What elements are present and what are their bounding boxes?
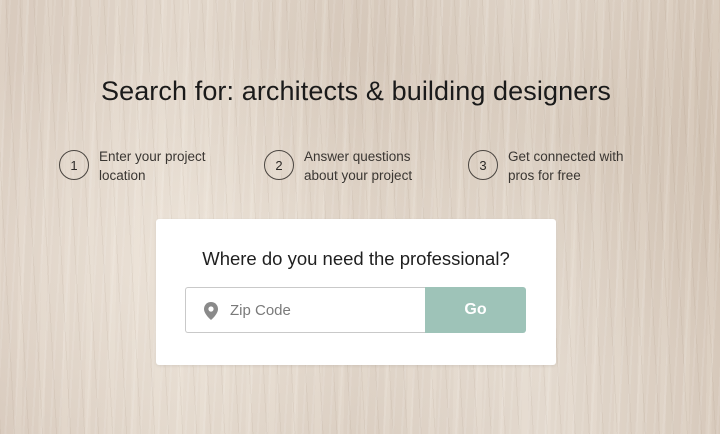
step-1: 1 Enter your project location [59, 147, 229, 185]
step-2: 2 Answer questions about your project [264, 147, 434, 185]
page-title: Search for: architects & building design… [100, 76, 612, 106]
search-card: Where do you need the professional? Go [156, 219, 556, 365]
zip-code-field[interactable] [185, 287, 425, 333]
step-3: 3 Get connected with pros for free [468, 147, 638, 185]
step-description: Enter your project location [99, 149, 206, 183]
step-description: Answer questions about your project [304, 149, 413, 183]
zip-code-input[interactable] [230, 288, 420, 332]
step-description: Get connected with pros for free [508, 149, 624, 183]
go-button[interactable]: Go [425, 287, 526, 333]
search-question: Where do you need the professional? [202, 248, 510, 269]
step-number-badge: 1 [59, 150, 89, 180]
step-number-badge: 3 [468, 150, 498, 180]
map-pin-icon [204, 302, 218, 320]
step-number-badge: 2 [264, 150, 294, 180]
